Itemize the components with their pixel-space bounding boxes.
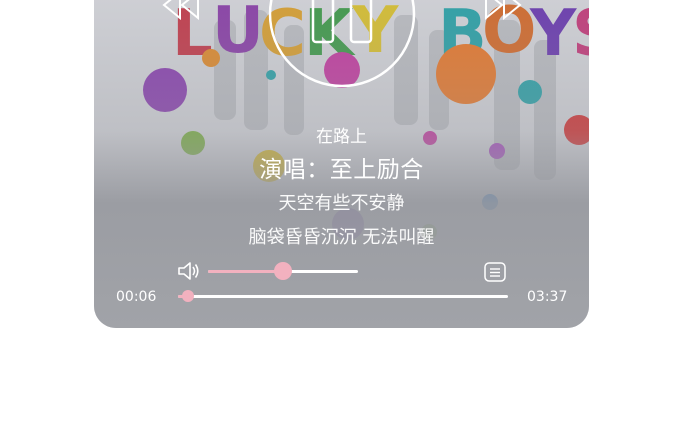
volume-handle[interactable]	[274, 262, 292, 280]
pause-icon[interactable]	[268, 0, 416, 88]
volume-icon[interactable]	[177, 260, 201, 282]
lyric-line: 天空有些不安静	[278, 193, 405, 214]
previous-icon[interactable]	[160, 0, 204, 20]
progress-handle[interactable]	[181, 290, 194, 302]
progress-bar[interactable]	[178, 290, 508, 302]
playlist-icon[interactable]	[484, 262, 506, 282]
song-title: 在路上	[316, 127, 367, 147]
lyric-line: 脑袋昏昏沉沉 无法叫醒	[248, 227, 435, 248]
artist-line: 演唱：至上励合	[259, 157, 424, 183]
current-time: 00:06	[116, 289, 157, 305]
next-icon[interactable]	[480, 0, 524, 20]
music-player: L U C K Y B O Y S	[94, 0, 589, 328]
volume-slider[interactable]	[208, 262, 358, 280]
volume-fill	[208, 270, 283, 273]
total-time: 03:37	[527, 289, 568, 305]
